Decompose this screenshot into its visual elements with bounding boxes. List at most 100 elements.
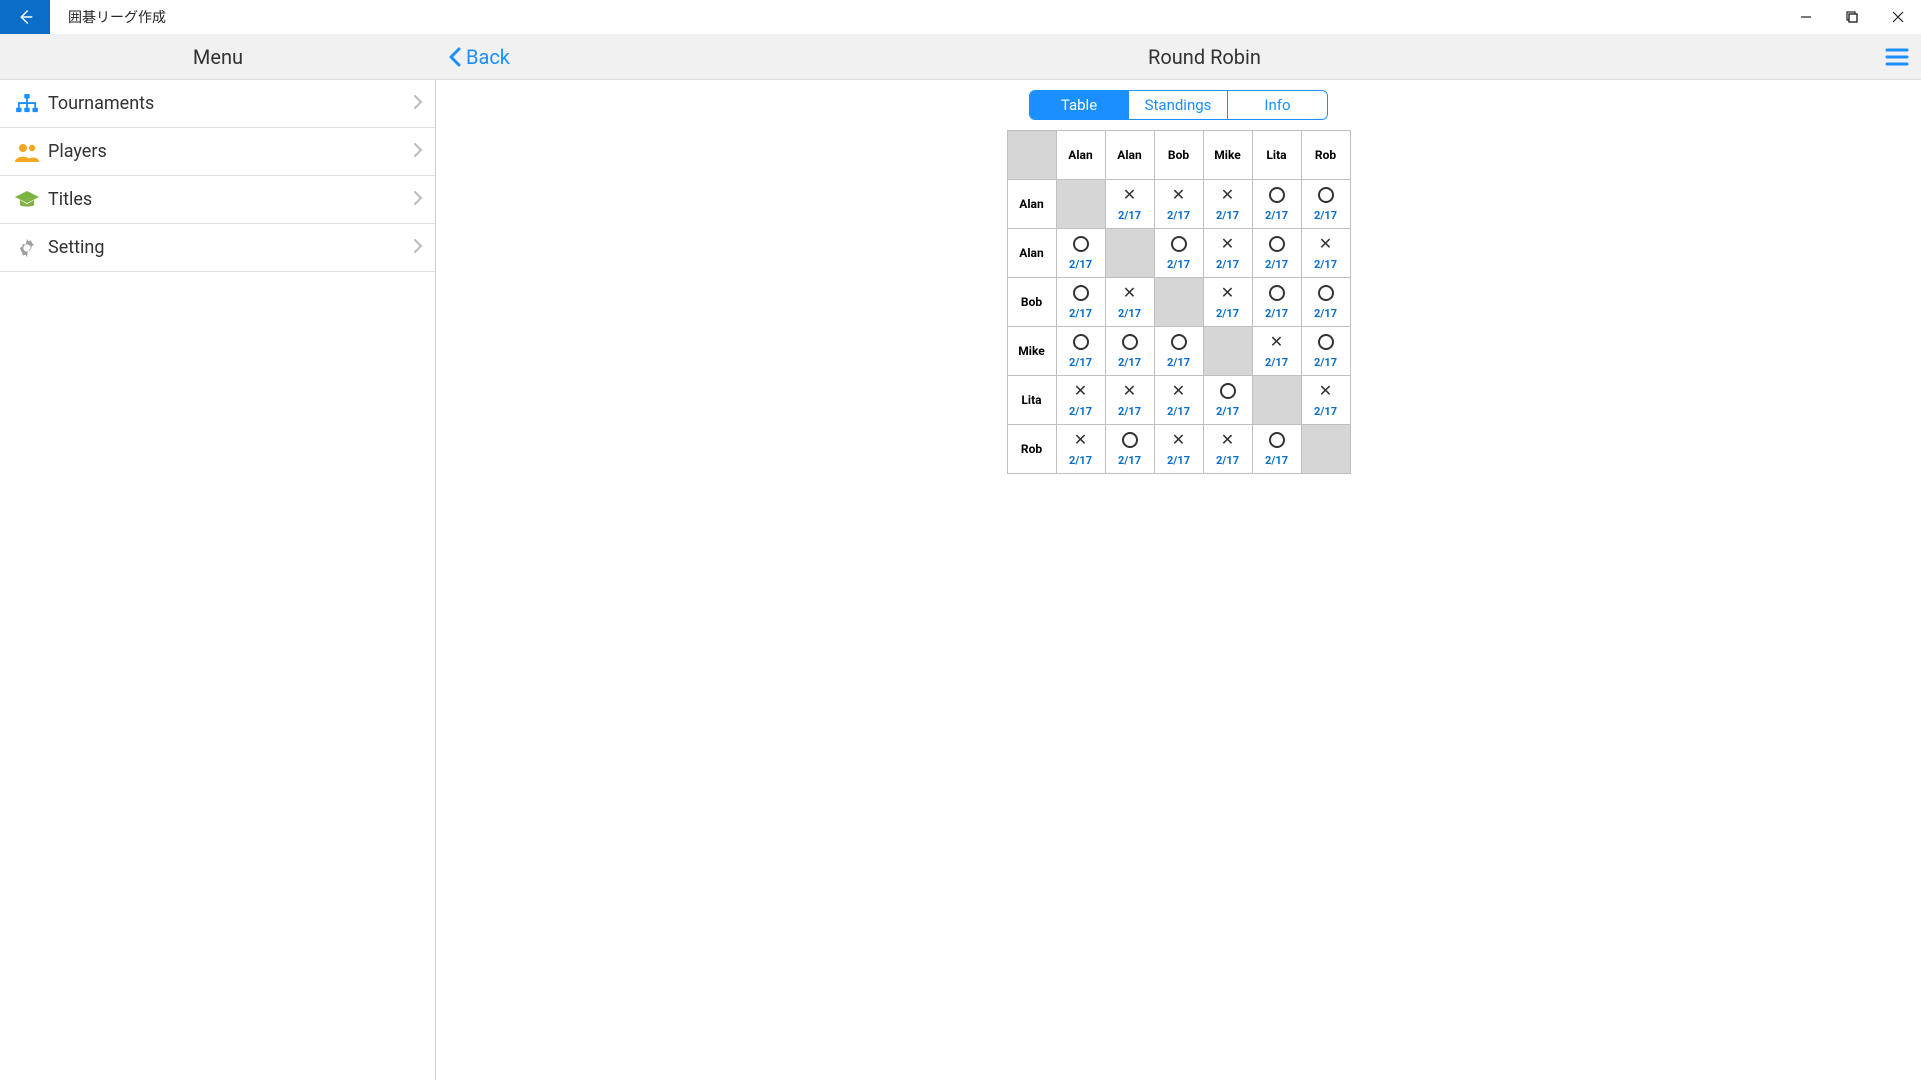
table-col-header: Bob xyxy=(1154,131,1203,180)
sidebar-item-titles[interactable]: Titles xyxy=(0,176,435,224)
result-cell[interactable]: 2/17 xyxy=(1056,278,1105,327)
result-cell[interactable]: ✕2/17 xyxy=(1203,278,1252,327)
back-button-label: Back xyxy=(466,45,510,69)
tab-standings[interactable]: Standings xyxy=(1129,91,1228,119)
chevron-left-icon xyxy=(448,47,462,67)
back-nav-button[interactable] xyxy=(0,0,50,34)
loss-mark-icon: ✕ xyxy=(1221,432,1234,448)
back-button[interactable]: Back xyxy=(436,34,536,79)
result-cell[interactable]: 2/17 xyxy=(1056,327,1105,376)
result-cell[interactable]: 2/17 xyxy=(1154,327,1203,376)
result-date: 2/17 xyxy=(1118,356,1141,369)
loss-mark-icon: ✕ xyxy=(1172,432,1185,448)
close-icon xyxy=(1892,11,1904,23)
gear-icon xyxy=(12,237,42,259)
table-row-header: Alan xyxy=(1007,180,1056,229)
result-cell[interactable]: ✕2/17 xyxy=(1105,278,1154,327)
sidebar-item-label: Players xyxy=(42,141,413,162)
window-close-button[interactable] xyxy=(1875,0,1921,34)
result-cell[interactable]: ✕ 2/17 xyxy=(1056,376,1105,425)
result-cell[interactable]: ✕2/17 xyxy=(1301,229,1350,278)
result-date: 2/17 xyxy=(1069,405,1092,418)
tab-table[interactable]: Table xyxy=(1030,91,1129,119)
result-cell[interactable] xyxy=(1203,327,1252,376)
result-date: 2/17 xyxy=(1216,209,1239,222)
result-cell[interactable] xyxy=(1154,278,1203,327)
result-cell[interactable]: 2/17 xyxy=(1252,229,1301,278)
result-cell[interactable]: ✕ 2/17 xyxy=(1154,376,1203,425)
loss-mark-icon: ✕ xyxy=(1074,383,1087,399)
result-cell[interactable]: ✕ 2/17 xyxy=(1154,180,1203,229)
maximize-icon xyxy=(1846,11,1858,23)
result-cell[interactable]: ✕2/17 xyxy=(1056,425,1105,474)
result-date: 2/17 xyxy=(1314,356,1337,369)
result-cell[interactable]: 2/17 xyxy=(1203,376,1252,425)
result-cell[interactable] xyxy=(1252,376,1301,425)
header-bar: Menu Back Round Robin xyxy=(0,34,1921,80)
result-cell[interactable]: 2/17 xyxy=(1252,180,1301,229)
result-date: 2/17 xyxy=(1167,356,1190,369)
table-col-header: Lita xyxy=(1252,131,1301,180)
result-cell[interactable]: 2/17 xyxy=(1252,278,1301,327)
result-date: 2/17 xyxy=(1314,405,1337,418)
loss-mark-icon: ✕ xyxy=(1319,236,1332,252)
window-maximize-button[interactable] xyxy=(1829,0,1875,34)
minimize-icon xyxy=(1800,11,1812,23)
win-mark-icon xyxy=(1073,236,1089,252)
result-cell[interactable]: ✕ 2/17 xyxy=(1301,376,1350,425)
sidebar-item-setting[interactable]: Setting xyxy=(0,224,435,272)
result-cell[interactable]: ✕2/17 xyxy=(1252,327,1301,376)
table-row-header: Mike xyxy=(1007,327,1056,376)
table-col-header: Rob xyxy=(1301,131,1350,180)
result-cell[interactable]: ✕2/17 xyxy=(1105,180,1154,229)
hamburger-menu-button[interactable] xyxy=(1873,34,1921,79)
loss-mark-icon: ✕ xyxy=(1123,187,1136,203)
result-cell[interactable]: ✕2/17 xyxy=(1203,425,1252,474)
result-cell[interactable]: 2/17 xyxy=(1105,425,1154,474)
loss-mark-icon: ✕ xyxy=(1172,187,1185,203)
result-cell[interactable]: 2/17 xyxy=(1154,229,1203,278)
result-cell[interactable]: ✕2/17 xyxy=(1105,376,1154,425)
result-date: 2/17 xyxy=(1167,209,1190,222)
result-date: 2/17 xyxy=(1265,258,1288,271)
result-cell[interactable]: 2/17 xyxy=(1252,425,1301,474)
win-mark-icon xyxy=(1122,432,1138,448)
menu-heading: Menu xyxy=(193,45,243,69)
table-col-header: Mike xyxy=(1203,131,1252,180)
result-cell[interactable]: ✕2/17 xyxy=(1203,180,1252,229)
result-date: 2/17 xyxy=(1216,405,1239,418)
sidebar-item-players[interactable]: Players xyxy=(0,128,435,176)
sidebar-item-tournaments[interactable]: Tournaments xyxy=(0,80,435,128)
result-cell[interactable]: 2/17 xyxy=(1301,180,1350,229)
result-cell[interactable] xyxy=(1056,180,1105,229)
result-date: 2/17 xyxy=(1167,405,1190,418)
win-mark-icon xyxy=(1073,334,1089,350)
result-date: 2/17 xyxy=(1167,258,1190,271)
chevron-right-icon xyxy=(413,190,423,209)
table-row-header: Lita xyxy=(1007,376,1056,425)
view-segmented-control: Table Standings Info xyxy=(1029,90,1328,120)
page-title: Round Robin xyxy=(1148,45,1261,69)
win-mark-icon xyxy=(1073,285,1089,301)
window-minimize-button[interactable] xyxy=(1783,0,1829,34)
loss-mark-icon: ✕ xyxy=(1172,383,1185,399)
result-date: 2/17 xyxy=(1216,258,1239,271)
result-cell[interactable]: ✕2/17 xyxy=(1203,229,1252,278)
table-row-header: Rob xyxy=(1007,425,1056,474)
loss-mark-icon: ✕ xyxy=(1270,334,1283,350)
loss-mark-icon: ✕ xyxy=(1221,285,1234,301)
result-cell[interactable] xyxy=(1301,425,1350,474)
win-mark-icon xyxy=(1318,187,1334,203)
result-cell[interactable]: 2/17 xyxy=(1301,278,1350,327)
sidebar: Tournaments Players Titles Setting xyxy=(0,80,436,1080)
loss-mark-icon: ✕ xyxy=(1319,383,1332,399)
loss-mark-icon: ✕ xyxy=(1123,285,1136,301)
result-cell[interactable]: 2/17 xyxy=(1105,327,1154,376)
result-cell[interactable]: 2/17 xyxy=(1301,327,1350,376)
chevron-right-icon xyxy=(413,238,423,257)
tab-info[interactable]: Info xyxy=(1228,91,1327,119)
result-cell[interactable]: ✕2/17 xyxy=(1154,425,1203,474)
result-cell[interactable] xyxy=(1105,229,1154,278)
win-mark-icon xyxy=(1269,285,1285,301)
result-cell[interactable]: 2/17 xyxy=(1056,229,1105,278)
